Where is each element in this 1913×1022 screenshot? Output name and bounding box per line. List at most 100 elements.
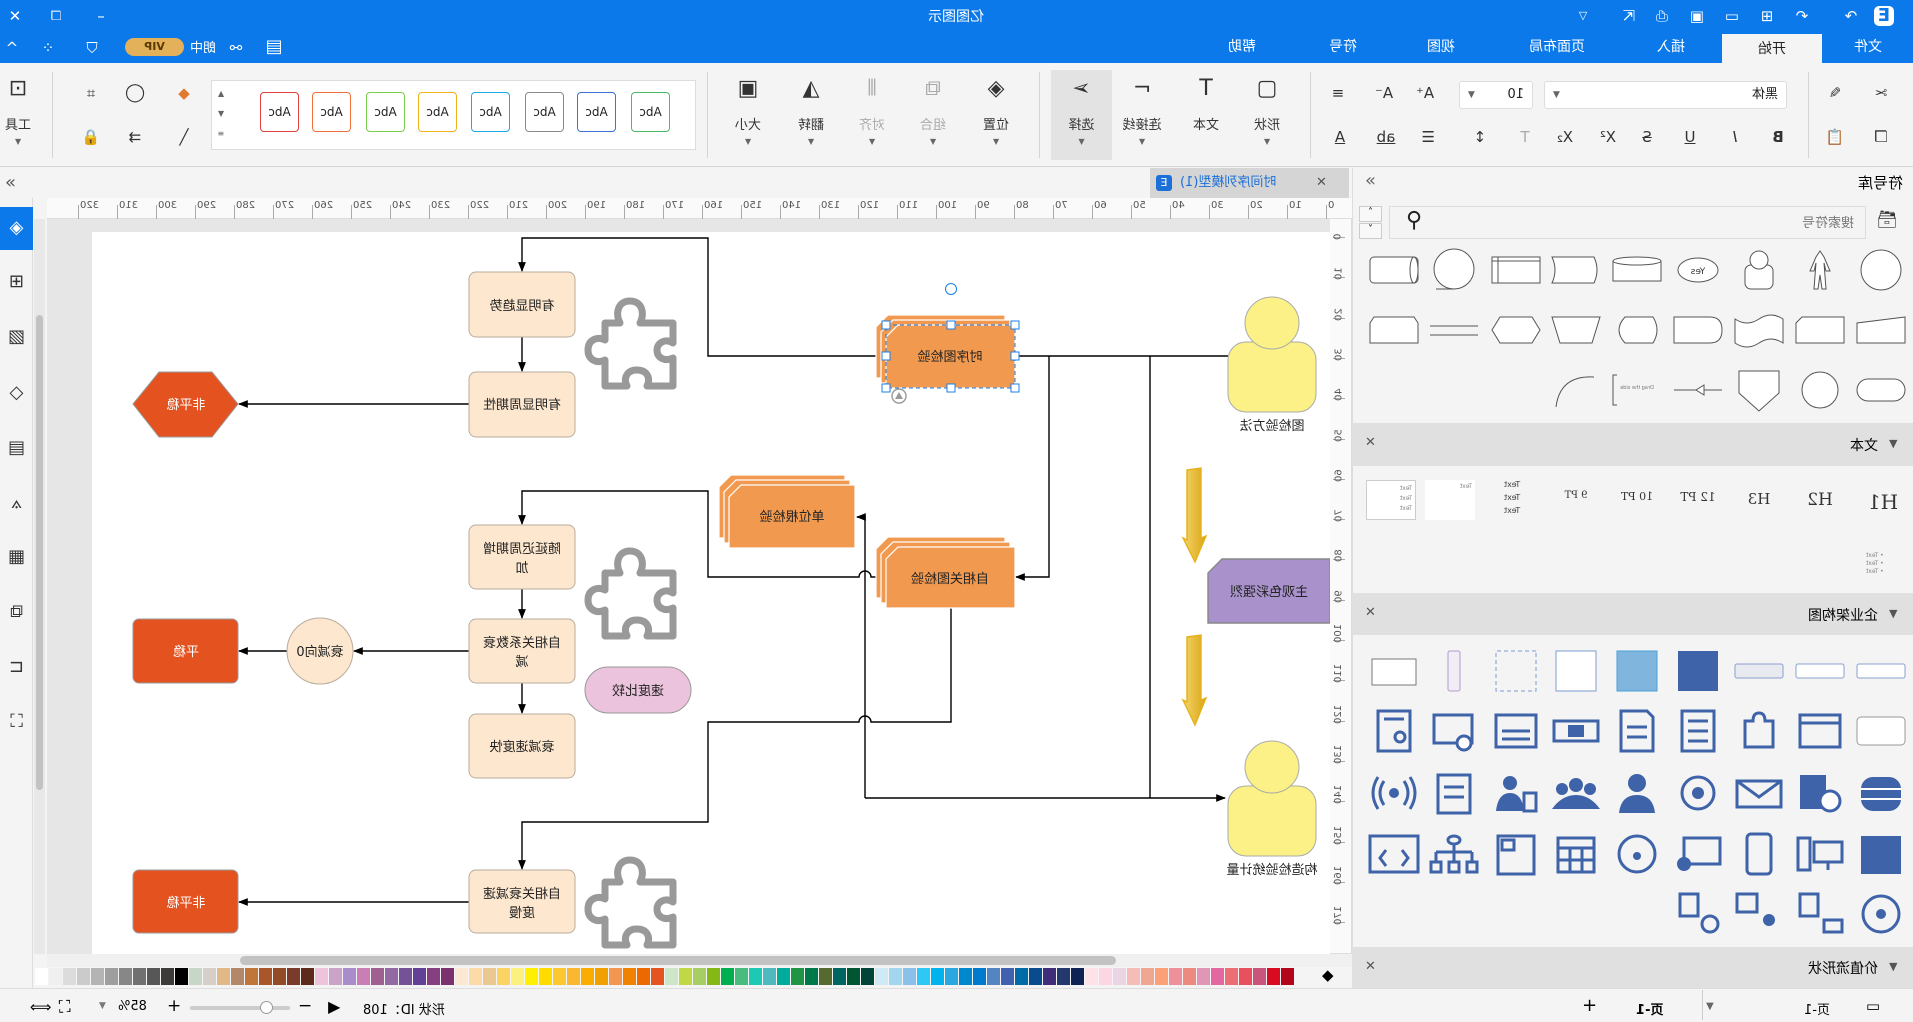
connector[interactable] [856,513,866,798]
text-style-item[interactable]: 10 PT [1607,490,1667,503]
puzzle-icon[interactable] [1731,707,1787,753]
copy-icon[interactable]: ❐ [1868,125,1894,149]
color-swatch[interactable] [1099,968,1112,985]
form-window-icon[interactable] [1488,707,1544,753]
color-swatch[interactable] [945,968,958,985]
color-swatch[interactable] [1057,968,1070,985]
tab-view[interactable]: 视图 [1391,32,1491,63]
document-lines-icon[interactable] [1670,707,1726,753]
browser-window-icon[interactable] [1792,707,1848,753]
text-style-item[interactable]: 9 PT [1546,490,1606,501]
connector[interactable] [518,237,886,357]
strikethrough-icon[interactable]: S [1634,125,1660,149]
style-preset[interactable]: Abc [366,92,405,132]
sidebar-layers-icon[interactable]: ◇ [0,372,33,414]
database-shape[interactable] [1609,247,1665,293]
line-spacing-icon[interactable]: ↕ [1467,125,1493,149]
color-swatch[interactable] [1155,968,1168,985]
container-white-shape[interactable] [1366,647,1422,693]
style-preset[interactable]: Abc [631,92,670,132]
sidebar-page-icon[interactable]: ▤ [0,427,33,469]
section-header-text[interactable]: ✕ [1352,423,1913,466]
color-swatch[interactable] [1169,968,1182,985]
align-button[interactable]: ⫴ 对齐 ▼ [844,70,900,160]
fill-bucket-icon[interactable]: ◆ [1322,966,1334,984]
color-swatch[interactable] [1029,968,1042,985]
zoom-in-icon[interactable]: + [167,996,181,1016]
chevron-down-icon[interactable]: ▼ [1889,960,1897,973]
customize-icon[interactable]: ▽ [1573,6,1593,26]
color-swatch[interactable] [595,968,608,985]
font-name-select[interactable]: 黑体 ▼ [1544,81,1787,109]
theme-shirt-icon[interactable]: ⛉ [82,38,102,58]
boundary-shape[interactable] [1548,647,1604,693]
connector[interactable] [1015,356,1050,581]
vertical-scroll-thumb[interactable] [36,315,43,790]
circle-shape[interactable] [1792,367,1848,413]
artifact-flow-icon[interactable] [1670,890,1726,936]
color-swatch[interactable] [441,968,454,985]
paste-icon[interactable]: 📋 [1822,125,1848,149]
close-section-icon[interactable]: ✕ [1365,959,1376,974]
color-swatch[interactable] [1071,968,1084,985]
color-swatch[interactable] [133,968,146,985]
color-swatch[interactable] [721,968,734,985]
cylinder-horizontal-shape[interactable] [1366,247,1422,293]
color-swatch[interactable] [875,968,888,985]
color-swatch[interactable] [987,968,1000,985]
apps-icon[interactable]: ⁘ [38,38,58,58]
document-tab[interactable]: E 时间序列模型(1) ✕ [1150,168,1349,198]
internal-storage-shape[interactable] [1488,247,1544,293]
save-icon[interactable]: ▣ [1687,6,1707,26]
underline-icon[interactable]: U [1677,125,1703,149]
size-button[interactable]: ▣ 大小 ▼ [720,70,776,160]
format-painter-icon[interactable]: ✎ [1822,81,1848,105]
color-swatch[interactable] [539,968,552,985]
color-swatch[interactable] [959,968,972,985]
color-swatch[interactable] [805,968,818,985]
new-file-icon[interactable]: ⊞ [1757,6,1777,26]
close-section-icon[interactable]: ✕ [1365,435,1376,450]
color-swatch[interactable] [371,968,384,985]
broadcast-icon[interactable] [1366,769,1422,815]
tab-insert[interactable]: 插入 [1621,32,1721,63]
color-swatch[interactable] [1211,968,1224,985]
mobile-icon[interactable] [1731,830,1787,876]
hub-icon[interactable] [1609,830,1665,876]
code-window-icon[interactable] [1366,830,1422,876]
color-swatch[interactable] [273,968,286,985]
color-swatch[interactable] [609,968,622,985]
color-swatch[interactable] [189,968,202,985]
color-swatch[interactable] [413,968,426,985]
user-flow-icon[interactable] [1731,890,1787,936]
color-swatch[interactable] [749,968,762,985]
window-gear-icon[interactable] [1670,830,1726,876]
desktop-icon[interactable] [1792,830,1848,876]
document-flow-icon[interactable] [1792,890,1848,936]
color-swatch[interactable] [147,968,160,985]
user-group-icon[interactable] [1548,769,1604,815]
color-swatch[interactable] [35,968,48,985]
color-swatch[interactable] [1141,968,1154,985]
bar-outline-shape[interactable] [1792,647,1848,693]
arc-shape[interactable] [1548,367,1604,413]
zoom-value[interactable]: 85% [118,999,147,1014]
print-icon[interactable]: ⎙ [1652,6,1672,26]
dashed-boundary-shape[interactable] [1488,647,1544,693]
add-page-icon[interactable]: + [1582,995,1597,1016]
style-preset[interactable]: Abc [418,92,457,132]
text-box-item[interactable]: Text [1425,480,1475,520]
sidebar-image-icon[interactable]: ▨ [0,316,33,358]
quick-connect-icon[interactable] [891,388,907,404]
dark-blue-box-shape[interactable] [1670,647,1726,693]
circle-shape[interactable] [1853,247,1909,293]
color-swatch[interactable] [679,968,692,985]
color-swatch[interactable] [931,968,944,985]
stored-data-shape[interactable] [1548,247,1604,293]
person-head[interactable] [1244,296,1300,350]
text-style-item[interactable]: H1 [1853,490,1913,514]
annotation-shape[interactable]: Drag the side [1609,367,1665,413]
color-swatch[interactable] [567,968,580,985]
light-blue-box-shape[interactable] [1609,647,1665,693]
text-style-item[interactable]: H2 [1790,490,1850,510]
